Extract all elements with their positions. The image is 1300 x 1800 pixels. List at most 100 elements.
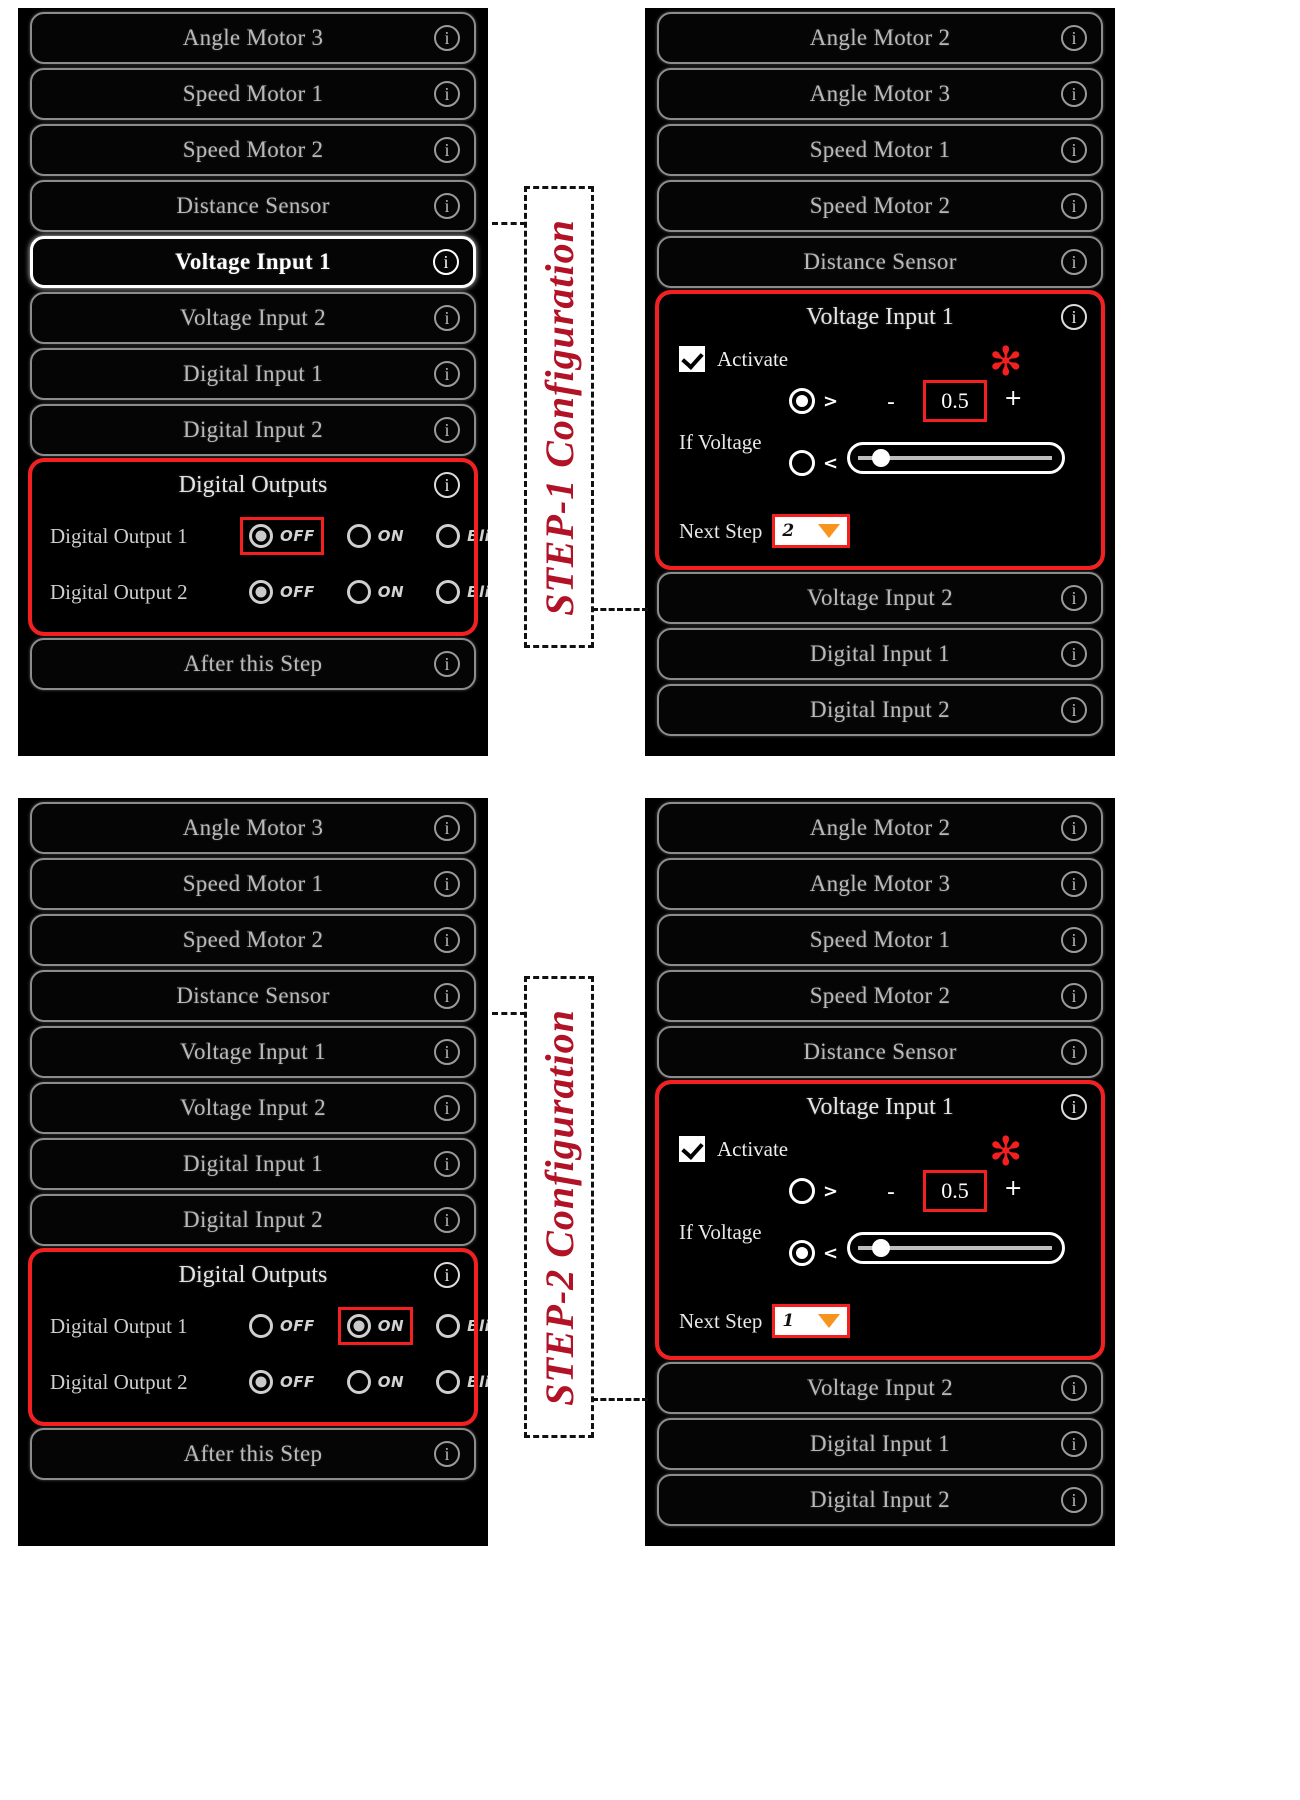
list-item[interactable]: Digital Input 2 i	[657, 684, 1103, 736]
chevron-down-icon[interactable]	[818, 1314, 841, 1328]
list-item[interactable]: Digital Input 2 i	[657, 1474, 1103, 1526]
comparator-greater-than[interactable]: >	[789, 388, 838, 414]
info-icon[interactable]: i	[434, 361, 460, 387]
list-item[interactable]: Distance Sensor i	[30, 180, 476, 232]
info-icon[interactable]: i	[1061, 983, 1087, 1009]
radio-option-on[interactable]: ON	[338, 517, 413, 555]
threshold-slider[interactable]	[847, 442, 1065, 474]
radio-option-blink[interactable]: Blink	[427, 1363, 488, 1401]
list-item[interactable]: Distance Sensor i	[657, 1026, 1103, 1078]
list-item[interactable]: Voltage Input 2 i	[657, 572, 1103, 624]
info-icon[interactable]: i	[434, 927, 460, 953]
info-icon[interactable]: i	[434, 1262, 460, 1288]
info-icon[interactable]: i	[1061, 1039, 1087, 1065]
radio-option-off[interactable]: OFF	[240, 1363, 324, 1401]
info-icon[interactable]: i	[434, 25, 460, 51]
activate-checkbox[interactable]	[679, 1136, 705, 1162]
activate-row[interactable]: Activate	[659, 1130, 1101, 1166]
threshold-value-field[interactable]: 0.5	[923, 380, 987, 422]
comparator-less-than[interactable]: <	[789, 1240, 838, 1266]
list-item[interactable]: Distance Sensor i	[30, 970, 476, 1022]
increment-button[interactable]: +	[1004, 386, 1022, 411]
info-icon[interactable]: i	[434, 81, 460, 107]
list-item[interactable]: Voltage Input 2 i	[30, 292, 476, 344]
list-item[interactable]: Voltage Input 1 i	[30, 1026, 476, 1078]
radio-option-blink[interactable]: Blink	[427, 573, 488, 611]
info-icon[interactable]: i	[434, 305, 460, 331]
list-item[interactable]: Speed Motor 1 i	[30, 68, 476, 120]
info-icon[interactable]: i	[1061, 641, 1087, 667]
info-icon[interactable]: i	[434, 1207, 460, 1233]
radio-icon[interactable]	[346, 1370, 371, 1394]
next-step-dropdown[interactable]: 1	[772, 1304, 851, 1338]
info-icon[interactable]: i	[434, 1441, 460, 1467]
list-item[interactable]: Distance Sensor i	[657, 236, 1103, 288]
after-this-step-item[interactable]: After this Step i	[30, 638, 476, 690]
radio-option-blink[interactable]: Blink	[427, 517, 488, 555]
radio-icon[interactable]	[249, 1314, 273, 1338]
radio-option-on[interactable]: ON	[338, 573, 413, 611]
info-icon[interactable]: i	[1061, 815, 1087, 841]
info-icon[interactable]: i	[1061, 81, 1087, 107]
info-icon[interactable]: i	[1061, 1375, 1087, 1401]
list-item[interactable]: Angle Motor 2 i	[657, 802, 1103, 854]
info-icon[interactable]: i	[1061, 1094, 1087, 1120]
info-icon[interactable]: i	[434, 193, 460, 219]
comparator-less-than[interactable]: <	[789, 450, 838, 476]
radio-icon[interactable]	[249, 1370, 273, 1394]
threshold-slider[interactable]	[847, 1232, 1065, 1264]
radio-icon[interactable]	[789, 1240, 815, 1266]
radio-icon[interactable]	[789, 450, 815, 476]
info-icon[interactable]: i	[434, 137, 460, 163]
list-item[interactable]: Speed Motor 1 i	[30, 858, 476, 910]
chevron-down-icon[interactable]	[818, 524, 841, 538]
list-item[interactable]: Angle Motor 3 i	[657, 68, 1103, 120]
list-item[interactable]: Digital Input 1 i	[30, 1138, 476, 1190]
info-icon[interactable]: i	[433, 249, 459, 275]
info-icon[interactable]: i	[1061, 927, 1087, 953]
radio-option-on[interactable]: ON	[338, 1363, 413, 1401]
list-item-selected[interactable]: Voltage Input 1 i	[30, 236, 476, 288]
radio-option-off[interactable]: OFF	[240, 1307, 324, 1345]
radio-option-off[interactable]: OFF	[240, 517, 324, 555]
info-icon[interactable]: i	[434, 1151, 460, 1177]
slider-knob[interactable]	[872, 449, 890, 467]
decrement-button[interactable]: -	[887, 390, 895, 415]
info-icon[interactable]: i	[434, 417, 460, 443]
radio-icon[interactable]	[346, 524, 371, 548]
list-item[interactable]: Angle Motor 3 i	[30, 802, 476, 854]
radio-icon[interactable]	[346, 580, 371, 604]
radio-icon[interactable]	[789, 388, 815, 414]
radio-icon[interactable]	[249, 580, 273, 604]
info-icon[interactable]: i	[1061, 871, 1087, 897]
list-item[interactable]: Speed Motor 2 i	[657, 970, 1103, 1022]
list-item[interactable]: Digital Input 1 i	[657, 1418, 1103, 1470]
radio-icon[interactable]	[436, 1370, 461, 1394]
radio-option-off[interactable]: OFF	[240, 573, 324, 611]
list-item[interactable]: Digital Input 2 i	[30, 404, 476, 456]
comparator-greater-than[interactable]: >	[789, 1178, 838, 1204]
info-icon[interactable]: i	[1061, 1431, 1087, 1457]
list-item[interactable]: Digital Input 1 i	[30, 348, 476, 400]
after-this-step-item[interactable]: After this Step i	[30, 1428, 476, 1480]
info-icon[interactable]: i	[1061, 1487, 1087, 1513]
increment-button[interactable]: +	[1004, 1176, 1022, 1201]
info-icon[interactable]: i	[434, 1095, 460, 1121]
info-icon[interactable]: i	[1061, 249, 1087, 275]
threshold-value-field[interactable]: 0.5	[923, 1170, 987, 1212]
info-icon[interactable]: i	[434, 651, 460, 677]
info-icon[interactable]: i	[434, 1039, 460, 1065]
list-item[interactable]: Voltage Input 2 i	[657, 1362, 1103, 1414]
radio-option-blink[interactable]: Blink	[427, 1307, 488, 1345]
list-item[interactable]: Angle Motor 3 i	[30, 12, 476, 64]
next-step-dropdown[interactable]: 2	[772, 514, 851, 548]
info-icon[interactable]: i	[1061, 25, 1087, 51]
radio-icon[interactable]	[436, 1314, 461, 1338]
list-item[interactable]: Digital Input 1 i	[657, 628, 1103, 680]
slider-knob[interactable]	[872, 1239, 890, 1257]
info-icon[interactable]: i	[434, 815, 460, 841]
activate-checkbox[interactable]	[679, 346, 705, 372]
list-item[interactable]: Speed Motor 2 i	[30, 124, 476, 176]
list-item[interactable]: Digital Input 2 i	[30, 1194, 476, 1246]
info-icon[interactable]: i	[1061, 304, 1087, 330]
